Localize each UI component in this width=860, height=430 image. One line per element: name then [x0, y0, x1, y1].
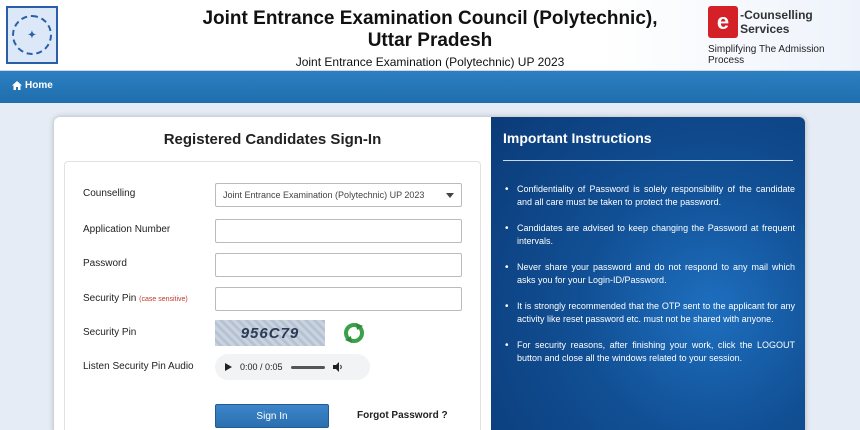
forgot-password-link[interactable]: Forgot Password ?: [357, 410, 448, 421]
application-number-input[interactable]: [215, 219, 462, 243]
nav-home-label: Home: [25, 80, 53, 91]
council-title-line1: Joint Entrance Examination Council (Poly…: [202, 8, 658, 29]
instruction-item: Confidentiality of Password is solely re…: [505, 183, 795, 209]
signin-pane: Registered Candidates Sign-In Counsellin…: [54, 117, 491, 430]
home-icon: [12, 81, 22, 90]
instructions-title: Important Instructions: [503, 130, 652, 146]
brand-name: -Counselling Services: [740, 8, 813, 36]
jeecup-logo: ✦: [6, 6, 58, 64]
e-counselling-mark-icon: e: [708, 6, 739, 38]
instruction-item: For security reasons, after finishing yo…: [505, 339, 795, 365]
brand-tagline: Simplifying The Admission Process: [708, 44, 825, 66]
instruction-item: It is strongly recommended that the OTP …: [505, 300, 795, 326]
security-pin-audio-player[interactable]: 0:00 / 0:05: [215, 354, 370, 380]
council-title-line2: Uttar Pradesh: [367, 30, 493, 51]
sign-in-button[interactable]: Sign In: [215, 404, 329, 428]
counselling-select[interactable]: Joint Entrance Examination (Polytechnic)…: [215, 183, 462, 207]
audio-time: 0:00 / 0:05: [240, 362, 283, 372]
case-sensitive-note: (case sensitive): [139, 296, 188, 303]
nav-bar: Home: [0, 71, 860, 103]
refresh-captcha-icon[interactable]: [342, 321, 366, 345]
play-icon[interactable]: [225, 363, 232, 371]
audio-progress-track[interactable]: [290, 365, 325, 369]
password-input[interactable]: [215, 253, 462, 277]
nav-home-link[interactable]: Home: [12, 80, 53, 91]
header-title-block: Joint Entrance Examination Council (Poly…: [150, 8, 710, 69]
instructions-list: Confidentiality of Password is solely re…: [505, 183, 795, 378]
captcha-image: 956C79: [215, 320, 325, 346]
security-pin-input-label: Security Pin (case sensitive): [83, 293, 188, 304]
signin-form: Counselling Joint Entrance Examination (…: [64, 161, 481, 430]
counselling-selected-value: Joint Entrance Examination (Polytechnic)…: [223, 190, 425, 200]
council-emblem-icon: ✦: [12, 15, 52, 55]
counselling-label: Counselling: [83, 188, 136, 199]
chevron-down-icon: [446, 192, 454, 198]
audio-label: Listen Security Pin Audio: [83, 361, 194, 372]
application-number-label: Application Number: [83, 224, 171, 235]
e-counselling-logo: e -Counselling Services Simplifying The …: [708, 6, 858, 66]
signin-card: Registered Candidates Sign-In Counsellin…: [54, 117, 805, 430]
security-pin-label-text: Security Pin: [83, 293, 137, 304]
signin-title: Registered Candidates Sign-In: [163, 131, 382, 148]
instruction-item: Never share your password and do not res…: [505, 261, 795, 287]
exam-subtitle: Joint Entrance Examination (Polytechnic)…: [295, 55, 565, 69]
instructions-panel: Important Instructions Confidentiality o…: [491, 117, 805, 430]
instruction-item: Candidates are advised to keep changing …: [505, 222, 795, 248]
volume-icon[interactable]: [332, 362, 343, 372]
security-pin-input[interactable]: [215, 287, 462, 311]
instructions-divider: [503, 160, 793, 161]
password-label: Password: [83, 258, 127, 269]
security-pin-image-label: Security Pin: [83, 327, 137, 338]
page-header: ✦ Joint Entrance Examination Council (Po…: [0, 0, 860, 71]
